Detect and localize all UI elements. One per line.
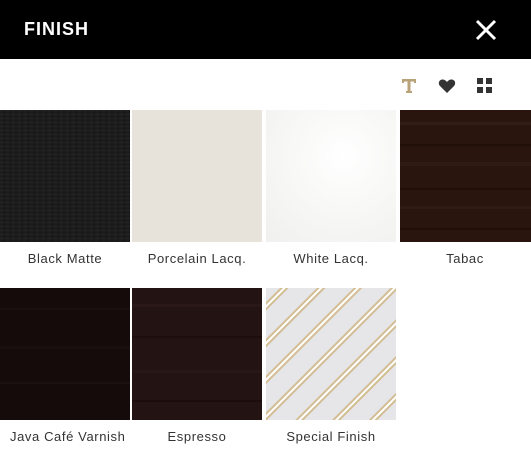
finish-image xyxy=(0,110,130,242)
finish-dialog-header: FINISH xyxy=(0,0,531,59)
finish-label: Porcelain Lacq. xyxy=(147,251,247,266)
close-button[interactable] xyxy=(473,17,499,43)
finish-label: Espresso xyxy=(167,429,227,444)
grid-view-button[interactable] xyxy=(475,76,495,96)
favorites-button[interactable] xyxy=(437,76,457,96)
grid-icon xyxy=(477,78,492,93)
heart-icon xyxy=(438,79,456,93)
finish-label: Java Café Varnish xyxy=(10,429,126,444)
finish-image xyxy=(0,288,130,420)
finish-image xyxy=(132,110,262,242)
dialog-title: FINISH xyxy=(24,19,90,39)
finish-image xyxy=(266,110,396,242)
finish-image xyxy=(400,110,531,242)
finish-label: Tabac xyxy=(446,251,484,266)
finish-label: White Lacq. xyxy=(293,251,369,266)
text-icon xyxy=(402,79,416,93)
finish-image xyxy=(132,288,262,420)
finish-label: Special Finish xyxy=(286,429,376,444)
finish-image xyxy=(266,288,396,420)
finish-label: Black Matte xyxy=(27,251,103,266)
toolbar xyxy=(0,59,531,110)
close-icon xyxy=(475,19,497,41)
text-view-button[interactable] xyxy=(399,76,419,96)
